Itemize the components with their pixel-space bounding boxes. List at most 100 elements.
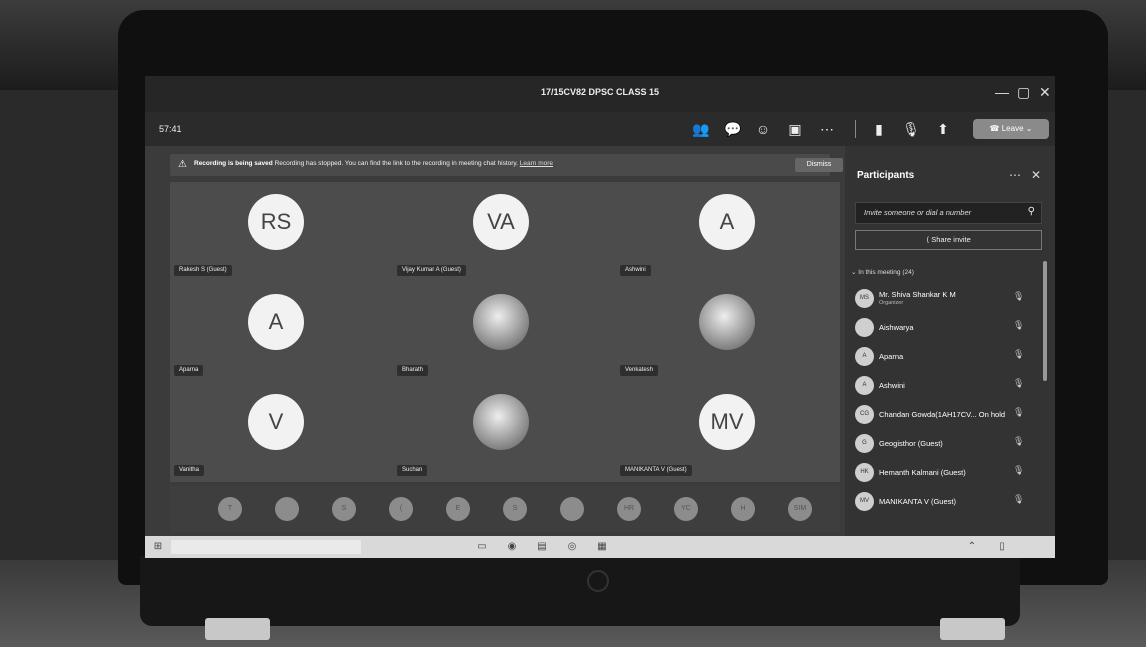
video-tile[interactable]: MV MANIKANTA V (Guest): [616, 382, 839, 482]
participant-avatar: A: [855, 347, 874, 366]
strip-avatar[interactable]: E: [446, 497, 470, 521]
participant-name: Geogisthor (Guest): [879, 439, 943, 448]
learn-more-link[interactable]: Learn more: [520, 160, 553, 167]
participant-name-label: Vanitha: [174, 465, 204, 476]
participant-name-label: MANIKANTA V (Guest): [620, 465, 692, 476]
clock-area[interactable]: ▯: [995, 540, 1009, 554]
strip-avatar[interactable]: H: [731, 497, 755, 521]
participant-avatar: A: [699, 194, 755, 250]
reactions-icon[interactable]: ☺: [753, 120, 773, 138]
participant-row[interactable]: HK Hemanth Kalmani (Guest) 🎙: [845, 460, 1045, 486]
video-tile[interactable]: A Ashwini: [616, 182, 839, 282]
participant-row[interactable]: MS Mr. Shiva Shankar K M Organizer 🎙: [845, 286, 1045, 312]
mic-muted-icon: 🎙: [1013, 436, 1025, 446]
participant-row[interactable]: A Aparna 🎙: [845, 344, 1045, 370]
rooms-icon[interactable]: ▣: [785, 120, 805, 138]
banner-bold-text: Recording is being saved: [194, 160, 273, 167]
share-tray-icon[interactable]: ⬆: [933, 120, 953, 138]
panel-title: Participants: [857, 170, 915, 181]
leave-label: Leave: [1001, 124, 1024, 133]
toolbar-separator: [855, 120, 856, 138]
close-button[interactable]: ✕: [1039, 84, 1051, 101]
leave-button[interactable]: ☎ Leave ⌄: [973, 119, 1049, 139]
strip-avatar[interactable]: SIM: [788, 497, 812, 521]
camera-off-icon[interactable]: ▮: [869, 120, 889, 138]
panel-more-icon[interactable]: ⋯: [1009, 168, 1021, 182]
video-grid: RS Rakesh S (Guest) VA Vijay Kumar A (Guest…: [170, 182, 840, 482]
participant-photo: [473, 294, 529, 350]
participant-name: MANIKANTA V (Guest): [879, 497, 956, 506]
teams-icon[interactable]: ▦: [595, 540, 609, 554]
video-tile[interactable]: Suchan: [393, 382, 616, 482]
chat-icon[interactable]: 💬: [723, 120, 743, 138]
share-invite-button[interactable]: ⟨ Share invite: [855, 230, 1042, 250]
participant-row[interactable]: A Ashwini 🎙: [845, 373, 1045, 399]
laptop-hinge-right: [940, 618, 1005, 640]
people-icon[interactable]: 👥: [691, 120, 711, 138]
system-tray-icon[interactable]: ⌃: [965, 540, 979, 554]
banner-body-text: Recording has stopped. You can find the …: [274, 160, 518, 167]
edge-icon[interactable]: ◉: [505, 540, 519, 554]
participant-avatar: A: [248, 294, 304, 350]
video-tile[interactable]: RS Rakesh S (Guest): [170, 182, 393, 282]
mic-icon[interactable]: 🎙: [901, 120, 921, 138]
chrome-icon[interactable]: ◎: [565, 540, 579, 554]
mic-muted-icon: 🎙: [1013, 465, 1025, 475]
dismiss-button[interactable]: Dismiss: [795, 158, 843, 172]
recording-banner: ⚠ Recording is being saved Recording has…: [170, 154, 843, 176]
laptop-logo: [587, 570, 609, 592]
participant-avatar: CG: [855, 405, 874, 424]
invite-input[interactable]: Invite someone or dial a number ⚲: [855, 202, 1042, 224]
teams-meeting-window: 17/15CV82 DPSC CLASS 15 — ▢ ✕ 57:41 👥 💬 …: [145, 76, 1055, 558]
strip-avatar[interactable]: T: [218, 497, 242, 521]
task-view-icon[interactable]: ▭: [475, 540, 489, 554]
participant-row[interactable]: G Geogisthor (Guest) 🎙: [845, 431, 1045, 457]
participant-name-label: Rakesh S (Guest): [174, 265, 232, 276]
maximize-button[interactable]: ▢: [1017, 84, 1030, 101]
participant-strip: T S ( E S HR YC H SIM: [170, 486, 840, 532]
strip-avatar[interactable]: [560, 497, 584, 521]
participant-photo: [473, 394, 529, 450]
strip-avatar[interactable]: YC: [674, 497, 698, 521]
participant-avatar: A: [855, 376, 874, 395]
participant-name: Chandan Gowda(1AH17CV... On hold: [879, 410, 1006, 419]
participant-row[interactable]: Aishwarya 🎙: [845, 315, 1045, 341]
video-tile[interactable]: Venkatesh: [616, 282, 839, 382]
mic-muted-icon: 🎙: [1013, 407, 1025, 417]
participant-avatar: V: [248, 394, 304, 450]
participant-avatar: RS: [248, 194, 304, 250]
participant-row[interactable]: MV MANIKANTA V (Guest) 🎙: [845, 489, 1045, 515]
panel-close-icon[interactable]: ✕: [1031, 168, 1041, 182]
phone-icon: ☎: [989, 124, 1002, 133]
participant-avatar: MV: [855, 492, 874, 511]
participant-name: Hemanth Kalmani (Guest): [879, 468, 966, 477]
strip-avatar[interactable]: HR: [617, 497, 641, 521]
taskbar-search[interactable]: [171, 540, 361, 554]
file-explorer-icon[interactable]: ▤: [535, 540, 549, 554]
in-meeting-section[interactable]: ⌄ In this meeting (24): [851, 268, 914, 276]
windows-start-icon[interactable]: ⊞: [151, 540, 165, 554]
video-tile[interactable]: VA Vijay Kumar A (Guest): [393, 182, 616, 282]
participant-name: Ashwini: [879, 381, 905, 390]
participant-avatar: [855, 318, 874, 337]
strip-avatar[interactable]: S: [503, 497, 527, 521]
participants-panel: Participants ⋯ ✕ Invite someone or dial …: [845, 146, 1055, 536]
strip-avatar[interactable]: S: [332, 497, 356, 521]
participant-avatar: VA: [473, 194, 529, 250]
video-tile[interactable]: Bharath: [393, 282, 616, 382]
mic-muted-icon: 🎙: [1013, 494, 1025, 504]
strip-avatar[interactable]: [275, 497, 299, 521]
video-tile[interactable]: A Aparna: [170, 282, 393, 382]
video-tile[interactable]: V Vanitha: [170, 382, 393, 482]
meeting-timer: 57:41: [159, 124, 182, 134]
strip-avatar[interactable]: (: [389, 497, 413, 521]
participant-avatar: HK: [855, 463, 874, 482]
participant-avatar: MS: [855, 289, 874, 308]
participant-name-label: Suchan: [397, 465, 428, 476]
participant-row[interactable]: CG Chandan Gowda(1AH17CV... On hold 🎙: [845, 402, 1045, 428]
laptop-base: [140, 556, 1020, 626]
laptop-hinge-left: [205, 618, 270, 640]
minimize-button[interactable]: —: [995, 84, 1009, 100]
participant-name-label: Ashwini: [620, 265, 651, 276]
more-icon[interactable]: ⋯: [817, 120, 837, 138]
